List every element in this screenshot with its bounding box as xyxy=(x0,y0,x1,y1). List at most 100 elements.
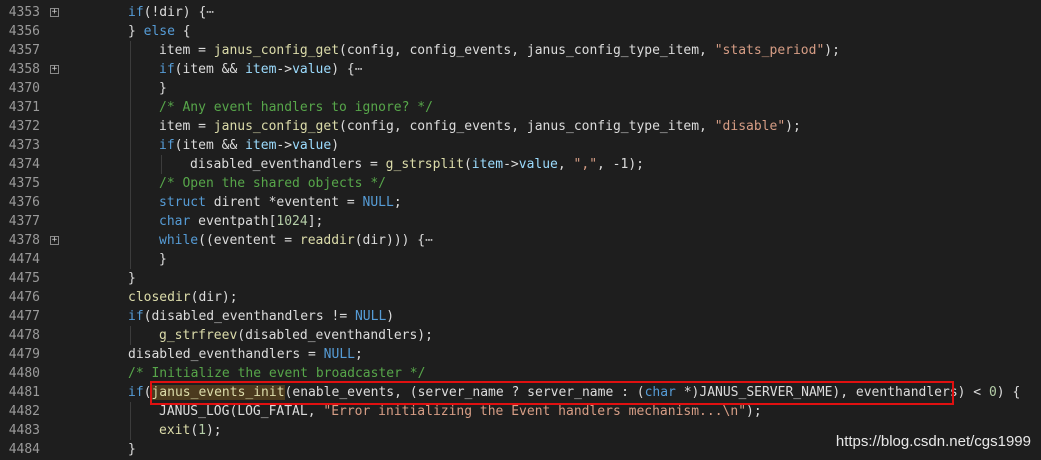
collapsed-ellipsis[interactable]: ⋯ xyxy=(355,62,363,77)
code-line[interactable]: 4358 + if(item && item->value) {⋯ xyxy=(0,60,1041,79)
line-number: 4370 xyxy=(8,81,40,96)
code-line[interactable]: 4477 if(disabled_eventhandlers != NULL) xyxy=(0,307,1041,326)
code-line[interactable]: 4374 disabled_eventhandlers = g_strsplit(… xyxy=(0,155,1041,174)
code-token: value xyxy=(292,138,332,153)
code-line[interactable]: 4356} else { xyxy=(0,22,1041,41)
code-text: closedir(dir); xyxy=(128,288,238,307)
code-token: /* Initialize the event broadcaster */ xyxy=(128,366,426,381)
code-token: "disable" xyxy=(714,119,786,134)
code-text: } xyxy=(159,250,167,269)
code-token: JANUS_LOG(LOG_FATAL, xyxy=(159,404,324,419)
code-token: (disabled_eventhandlers != xyxy=(143,309,355,324)
code-token: NULL xyxy=(323,347,355,362)
line-number: 4353 xyxy=(8,5,40,20)
line-number: 4478 xyxy=(8,328,40,343)
line-number: 4376 xyxy=(8,195,40,210)
line-number: 4373 xyxy=(8,138,40,153)
code-line[interactable]: 4478 g_strfreev(disabled_eventhandlers); xyxy=(0,326,1041,345)
code-token: (disabled_eventhandlers); xyxy=(237,328,433,343)
code-text: disabled_eventhandlers = NULL; xyxy=(128,345,363,364)
code-line[interactable]: 4474} xyxy=(0,250,1041,269)
code-line[interactable]: 4378 + while((eventent = readdir(dir))) {⋯ xyxy=(0,231,1041,250)
code-token: } xyxy=(128,442,136,457)
code-token: /* Open the shared objects */ xyxy=(159,176,386,191)
code-line[interactable]: 4353 + if(!dir) {⋯ xyxy=(0,3,1041,22)
fold-expand-icon[interactable]: + xyxy=(50,8,59,17)
code-text: if(item && item->value) xyxy=(159,136,339,155)
code-token: -> xyxy=(276,138,293,153)
code-token: ) { xyxy=(331,62,355,77)
code-line[interactable]: 4377 char eventpath[1024]; xyxy=(0,212,1041,231)
code-token: ( xyxy=(190,423,199,438)
code-text: /* Open the shared objects */ xyxy=(159,174,386,193)
code-line[interactable]: 4476 closedir(dir); xyxy=(0,288,1041,307)
code-token: disabled_eventhandlers = xyxy=(128,347,324,362)
line-number: 4476 xyxy=(8,290,40,305)
code-token: (config, config_events, janus_config_typ… xyxy=(339,43,715,58)
code-line[interactable]: 4375 /* Open the shared objects */ xyxy=(0,174,1041,193)
code-token: ( xyxy=(463,157,472,172)
code-line[interactable]: 4357 item = janus_config_get(config, conf… xyxy=(0,41,1041,60)
code-line[interactable]: 4372 item = janus_config_get(config, conf… xyxy=(0,117,1041,136)
code-line[interactable]: 4475} xyxy=(0,269,1041,288)
code-text: disabled_eventhandlers = g_strsplit(item… xyxy=(190,155,644,174)
code-token: 1024 xyxy=(276,214,308,229)
code-line[interactable]: 4373 if(item && item->value) xyxy=(0,136,1041,155)
code-line[interactable]: 4376 struct dirent *eventent = NULL; xyxy=(0,193,1041,212)
code-token: struct xyxy=(159,195,206,210)
indent-guide xyxy=(130,136,131,155)
code-token: (item && xyxy=(174,62,246,77)
code-text: /* Any event handlers to ignore? */ xyxy=(159,98,433,117)
code-token: readdir xyxy=(299,233,355,248)
code-token: item xyxy=(245,138,277,153)
code-token: dirent *eventent = xyxy=(205,195,363,210)
line-number: 4477 xyxy=(8,309,40,324)
code-text: while((eventent = readdir(dir))) {⋯ xyxy=(159,231,433,250)
code-token: value xyxy=(292,62,332,77)
code-token: (config, config_events, janus_config_typ… xyxy=(339,119,715,134)
collapsed-ellipsis[interactable]: ⋯ xyxy=(425,233,433,248)
code-line[interactable]: 4479 disabled_eventhandlers = NULL; xyxy=(0,345,1041,364)
code-token: if xyxy=(128,309,144,324)
line-number: 4358 xyxy=(8,62,40,77)
code-token: ) xyxy=(386,309,395,324)
line-number: 4482 xyxy=(8,404,40,419)
collapsed-ellipsis[interactable]: ⋯ xyxy=(206,5,214,20)
code-token: , -1); xyxy=(597,157,644,172)
code-token: } xyxy=(159,81,167,96)
code-token: value xyxy=(518,157,558,172)
code-token: NULL xyxy=(354,309,387,324)
code-token: char xyxy=(159,214,191,229)
code-text: struct dirent *eventent = NULL; xyxy=(159,193,402,212)
line-number: 4375 xyxy=(8,176,40,191)
code-token: (dir))) { xyxy=(354,233,426,248)
line-number: 4378 xyxy=(8,233,40,248)
code-token: janus_config_get xyxy=(213,43,340,58)
line-number: 4481 xyxy=(8,385,40,400)
highlight-annotation-box xyxy=(150,381,954,405)
watermark: https://blog.csdn.net/cgs1999 xyxy=(835,433,1031,450)
code-token: if xyxy=(128,385,144,400)
code-text: } else { xyxy=(128,22,191,41)
code-token: (!dir) { xyxy=(143,5,207,20)
code-line[interactable]: 4371 /* Any event handlers to ignore? */ xyxy=(0,98,1041,117)
indent-guide xyxy=(130,326,131,345)
code-token: NULL xyxy=(362,195,394,210)
code-line[interactable]: 4370} xyxy=(0,79,1041,98)
code-text: g_strfreev(disabled_eventhandlers); xyxy=(159,326,433,345)
fold-expand-icon[interactable]: + xyxy=(50,65,59,74)
line-number: 4484 xyxy=(8,442,40,457)
code-text: exit(1); xyxy=(159,421,222,440)
indent-guide xyxy=(130,155,131,174)
code-token: item = xyxy=(159,119,214,134)
code-token: g_strsplit xyxy=(385,157,464,172)
code-token: -> xyxy=(276,62,293,77)
indent-guide xyxy=(130,402,131,421)
code-token: ) { xyxy=(996,385,1021,400)
code-token: } xyxy=(128,271,136,286)
indent-guide xyxy=(130,231,131,250)
fold-expand-icon[interactable]: + xyxy=(50,236,59,245)
line-number: 4483 xyxy=(8,423,40,438)
indent-guide xyxy=(130,98,131,117)
code-token: , xyxy=(557,157,574,172)
